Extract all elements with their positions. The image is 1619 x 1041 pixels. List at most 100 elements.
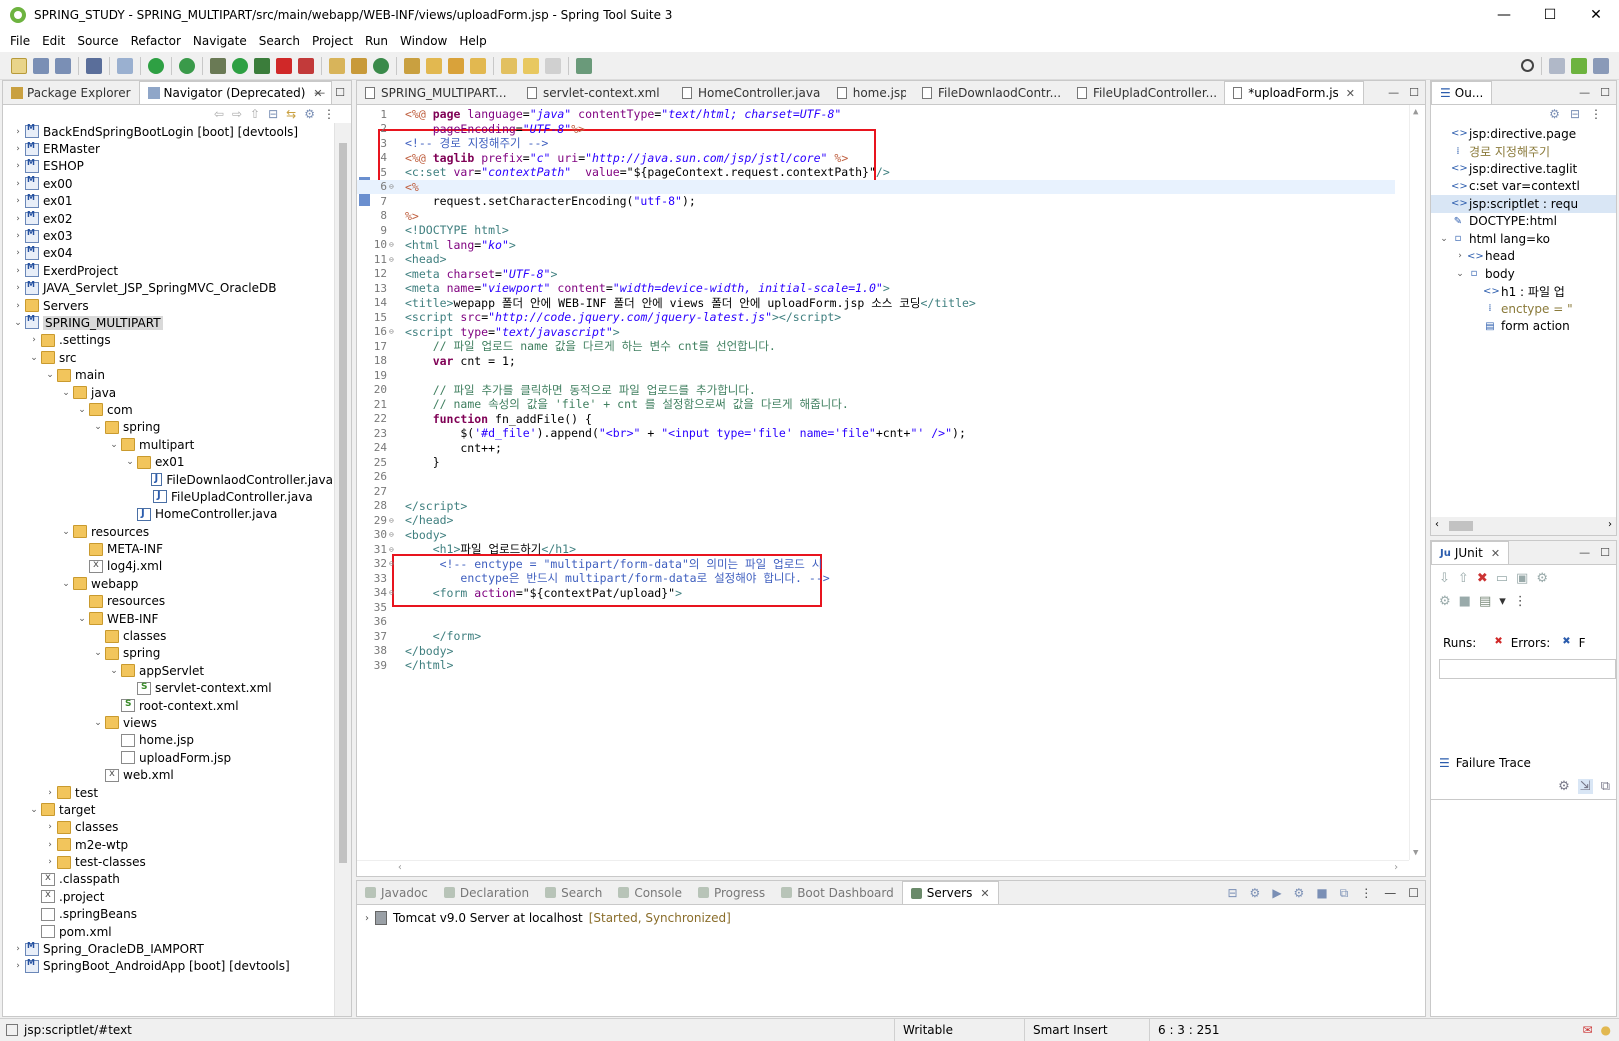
publish-icon[interactable]: ⧉ [1340, 886, 1349, 901]
tree-item[interactable]: HomeController.java [3, 506, 333, 523]
tree-item[interactable]: log4j.xml [3, 558, 333, 575]
link-with-editor-icon[interactable]: ⇆ [286, 107, 296, 121]
collapse-icon[interactable]: ⌄ [1453, 269, 1467, 279]
menu-run[interactable]: Run [359, 34, 394, 48]
collapse-icon[interactable]: ⌄ [75, 614, 89, 624]
tree-item[interactable]: ⌄ spring [3, 645, 333, 662]
expand-icon[interactable]: › [365, 913, 369, 924]
editor-tab[interactable]: FileUpladController... [1069, 81, 1224, 104]
filter-stack-icon[interactable]: ⚙ [1558, 779, 1570, 794]
expand-icon[interactable]: › [11, 179, 25, 189]
stop-run-icon[interactable]: ■ [1459, 594, 1471, 609]
expand-icon[interactable]: › [43, 857, 57, 867]
tree-item[interactable]: ⌄ ex01 [3, 453, 333, 470]
fold-icon[interactable]: ⊖ [389, 255, 399, 264]
tab-package-explorer[interactable]: Package Explorer [3, 81, 139, 104]
boot-start-icon[interactable] [148, 57, 164, 74]
tree-item[interactable]: › test-classes [3, 853, 333, 870]
tree-item[interactable]: › BackEndSpringBootLogin [boot] [devtools… [3, 123, 333, 140]
collapse-icon[interactable]: ⌄ [27, 805, 41, 815]
collapse-icon[interactable]: ⌄ [107, 440, 121, 450]
maximize-view-icon[interactable]: ☐ [335, 86, 345, 99]
collapse-icon[interactable]: ⌄ [27, 353, 41, 363]
tree-item[interactable]: ⌄ com [3, 401, 333, 418]
minimize-button[interactable]: — [1481, 0, 1527, 30]
debug-icon[interactable] [210, 57, 226, 74]
expand-icon[interactable]: › [11, 961, 25, 971]
next-failure-icon[interactable]: ⇩ [1439, 571, 1450, 586]
save-all-icon[interactable] [55, 57, 71, 74]
collapse-icon[interactable]: ⌄ [59, 579, 73, 589]
fold-icon[interactable]: ⊖ [389, 516, 399, 525]
menu-navigate[interactable]: Navigate [187, 34, 253, 48]
tree-item[interactable]: › ex03 [3, 227, 333, 244]
outline-item[interactable]: <> jsp:directive.page [1431, 125, 1616, 143]
tree-item[interactable]: ⌄ multipart [3, 436, 333, 453]
menu-window[interactable]: Window [394, 34, 453, 48]
tree-item[interactable]: ⌄ WEB-INF [3, 610, 333, 627]
tab-console[interactable]: Console [610, 881, 690, 904]
editor-hscrollbar[interactable]: ‹ › [357, 860, 1409, 876]
tree-item[interactable]: FileUpladController.java [3, 488, 333, 505]
tree-item[interactable]: ⌄ java [3, 384, 333, 401]
outline-item[interactable]: ⁞ enctype = " [1431, 300, 1616, 318]
tree-item[interactable]: ⌄ webapp [3, 575, 333, 592]
expand-icon[interactable]: › [11, 944, 25, 954]
expand-icon[interactable]: › [43, 788, 57, 798]
menu-refactor[interactable]: Refactor [125, 34, 187, 48]
filters-icon[interactable]: ⚙ [304, 107, 315, 121]
view-menu-icon[interactable]: ⋮ [1360, 886, 1372, 901]
tree-item[interactable]: › m2e-wtp [3, 836, 333, 853]
back-nav-icon[interactable]: ⇦ [214, 107, 224, 121]
new-icon[interactable] [11, 57, 27, 74]
tree-item[interactable]: › ExerdProject [3, 262, 333, 279]
open-type-icon[interactable] [404, 57, 420, 74]
tree-item[interactable]: › ex02 [3, 210, 333, 227]
expand-icon[interactable]: › [11, 196, 25, 206]
close-tab-icon[interactable]: ✕ [1491, 547, 1500, 560]
search-toolbar-icon[interactable] [448, 57, 464, 74]
tree-item[interactable]: web.xml [3, 766, 333, 783]
open-perspective-icon[interactable] [1549, 57, 1565, 74]
scroll-right-icon[interactable]: › [1393, 862, 1399, 873]
menu-source[interactable]: Source [71, 34, 124, 48]
expand-icon[interactable]: › [43, 822, 57, 832]
tree-item[interactable]: › SpringBoot_AndroidApp [boot] [devtools] [3, 958, 333, 975]
search-icon[interactable] [1521, 59, 1534, 72]
fold-icon[interactable]: ⊖ [389, 327, 399, 336]
fold-icon[interactable]: ⊖ [389, 182, 399, 191]
collapse-icon[interactable]: ⌄ [43, 370, 57, 380]
refresh-icon[interactable] [179, 57, 195, 74]
collapse-icon[interactable]: ⌄ [107, 666, 121, 676]
tab-navigator[interactable]: Navigator (Deprecated) ✕ [138, 81, 332, 104]
server-row[interactable]: › Tomcat v9.0 Server at localhost [Start… [365, 911, 731, 925]
scroll-left-icon[interactable]: ‹ [1435, 519, 1439, 530]
expand-icon[interactable]: › [11, 248, 25, 258]
outline-item[interactable]: ▤ form action [1431, 318, 1616, 336]
copy-trace-icon[interactable]: ⧉ [1601, 779, 1610, 794]
editor-tab[interactable]: home.jsp [829, 81, 914, 104]
dropdown-icon[interactable]: ▾ [1499, 594, 1506, 609]
maximize-view-icon[interactable]: ☐ [1408, 886, 1419, 901]
tree-item[interactable]: › ex00 [3, 175, 333, 192]
outline-hscrollbar[interactable]: ‹ › [1431, 517, 1616, 535]
tab-search[interactable]: Search [537, 881, 610, 904]
collapse-icon[interactable]: ⌄ [123, 457, 137, 467]
editor-vscrollbar[interactable]: ▲ ▼ [1409, 105, 1425, 860]
forward-icon[interactable] [545, 57, 561, 74]
outline-item[interactable]: <> jsp:directive.taglit [1431, 160, 1616, 178]
expand-icon[interactable]: › [43, 840, 57, 850]
stop-server-icon[interactable]: ■ [1316, 886, 1327, 901]
tree-item[interactable]: .project [3, 888, 333, 905]
expand-icon[interactable]: › [27, 335, 41, 345]
outline-item[interactable]: ⌄ ▫ body [1431, 265, 1616, 283]
collapse-all-icon[interactable]: ⊟ [1570, 107, 1580, 121]
code-editor[interactable]: ▲ ▼ ‹ › 1 <%@ page language="java" conten… [357, 105, 1425, 876]
scroll-right-icon[interactable]: › [1608, 519, 1612, 530]
tree-item[interactable]: › Servers [3, 297, 333, 314]
expand-icon[interactable]: › [11, 283, 25, 293]
open-folder-icon[interactable] [426, 57, 442, 74]
tree-item[interactable]: uploadForm.jsp [3, 749, 333, 766]
collapse-icon[interactable]: ⌄ [75, 405, 89, 415]
collapse-icon[interactable]: ⌄ [11, 318, 25, 328]
